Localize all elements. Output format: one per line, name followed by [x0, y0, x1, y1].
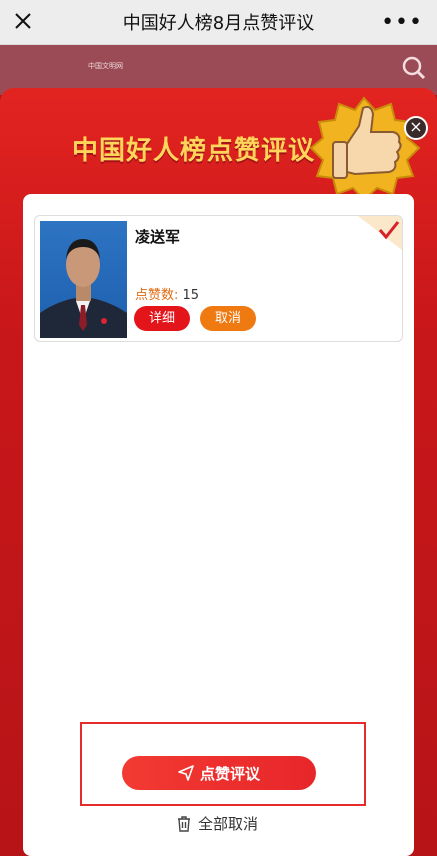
modal-close-button[interactable]: ×	[404, 116, 428, 140]
check-icon	[358, 216, 402, 250]
detail-button[interactable]: 详细	[134, 306, 190, 331]
submit-label: 点赞评议	[199, 764, 260, 783]
submit-vote-button[interactable]: 点赞评议	[122, 756, 316, 790]
candidate-item: 凌送军 点赞数: 15 详细 取消	[34, 215, 403, 342]
likes-label: 点赞数:	[135, 288, 179, 303]
close-icon[interactable]	[10, 8, 36, 34]
candidate-name: 凌送军	[135, 228, 181, 246]
site-logo: 中国文明网	[88, 62, 123, 70]
modal-headline: 中国好人榜点赞评议	[72, 136, 316, 166]
page-title: 中国好人榜8月点赞评议	[122, 13, 315, 34]
clear-all-button[interactable]: 全部取消	[176, 813, 258, 834]
search-icon[interactable]	[401, 55, 427, 81]
more-icon[interactable]: •••	[381, 10, 423, 35]
send-icon	[178, 765, 194, 781]
thumbs-up-icon	[309, 96, 421, 202]
clear-all-label: 全部取消	[198, 815, 259, 833]
top-bar: 中国好人榜8月点赞评议 •••	[0, 0, 437, 45]
trash-icon	[178, 816, 190, 832]
cancel-button[interactable]: 取消	[200, 306, 256, 331]
candidate-photo	[40, 221, 127, 338]
likes-value: 15	[182, 288, 200, 303]
likes-count: 点赞数: 15	[135, 284, 199, 303]
